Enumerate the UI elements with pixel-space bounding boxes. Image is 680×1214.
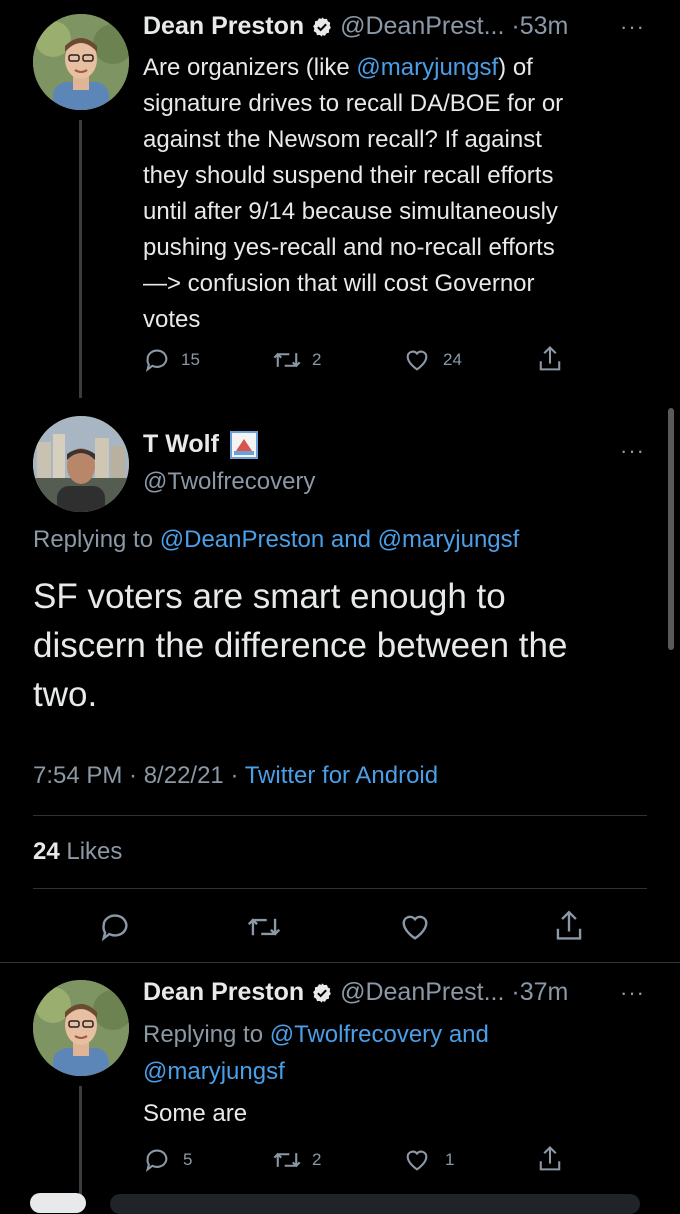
author-name[interactable]: Dean Preston	[143, 12, 304, 40]
more-dots-icon[interactable]: ···	[620, 980, 645, 1006]
reply-button[interactable]: 5	[143, 1146, 192, 1174]
share-button[interactable]	[536, 1144, 564, 1174]
divider	[33, 888, 647, 889]
thread-line	[79, 120, 82, 398]
tweet-text-line: they should suspend their recall efforts	[143, 162, 554, 189]
like-button[interactable]: 24	[403, 346, 462, 374]
thread-line	[79, 1086, 82, 1200]
tweet-text-line: discern the difference between the	[33, 626, 568, 665]
retweet-icon	[247, 918, 281, 936]
tweet-text: Some are	[143, 1100, 248, 1127]
tweet-time[interactable]: ·37m	[511, 978, 568, 1006]
verified-badge-icon	[313, 983, 332, 1004]
avatar-image	[33, 416, 129, 512]
retweet-count: 2	[312, 1150, 322, 1169]
replying-to-mentions[interactable]: @DeanPreston and @maryjungsf	[160, 526, 520, 553]
tweet-text-line: —> confusion that will cost Governor	[143, 270, 535, 297]
avatar-twolf[interactable]	[33, 416, 129, 512]
profile-emoji-icon	[229, 431, 258, 460]
share-button[interactable]	[552, 908, 586, 944]
reply-icon	[101, 914, 128, 942]
avatar-image	[33, 14, 129, 110]
compose-avatar[interactable]	[30, 1193, 86, 1213]
likes-summary[interactable]: 24 Likes	[33, 838, 122, 866]
tweet-body: SF voters are smart enough to discern th…	[33, 572, 653, 719]
retweet-icon	[273, 352, 301, 368]
replying-to-mention[interactable]: @Twolfrecovery and	[270, 1021, 489, 1048]
tweet-header: Dean Preston @DeanPrest... ·37m	[143, 978, 568, 1007]
reply-compose-input[interactable]	[110, 1194, 640, 1214]
tweet-text: Are organizers (like	[143, 54, 357, 81]
tweet-text-line: two.	[33, 675, 98, 714]
author-name[interactable]: Dean Preston	[143, 978, 304, 1006]
reply-button[interactable]	[98, 910, 132, 944]
tweet-source[interactable]: Twitter for Android	[245, 762, 438, 789]
tweet-text-line: until after 9/14 because simultaneously	[143, 198, 558, 225]
tweet-text-line: SF voters are smart enough to	[33, 577, 506, 616]
more-dots-icon[interactable]: ···	[620, 14, 645, 40]
share-button[interactable]	[536, 344, 564, 374]
retweet-icon	[273, 1152, 301, 1168]
heart-icon	[406, 350, 428, 371]
reply-count: 5	[183, 1150, 193, 1169]
retweet-button[interactable]: 2	[272, 346, 321, 374]
reply-button[interactable]: 15	[143, 346, 200, 374]
reply-icon	[145, 349, 168, 372]
author-name[interactable]: T Wolf	[143, 430, 219, 458]
replying-to-label: Replying to	[33, 526, 160, 553]
tweet-text: ) of	[498, 54, 533, 81]
more-dots-icon[interactable]: ···	[620, 438, 645, 464]
avatar-image	[33, 980, 129, 1076]
tweet-timestamp[interactable]: 7:54 PM · 8/22/21 ·	[33, 762, 245, 789]
tweet-text-line: votes	[143, 306, 201, 333]
share-icon	[556, 910, 582, 940]
share-icon	[539, 1145, 561, 1171]
tweet-body: Are organizers (like @maryjungsf) of sig…	[143, 50, 663, 338]
replying-to-mention[interactable]: @maryjungsf	[143, 1053, 489, 1090]
likes-label: Likes	[59, 838, 123, 865]
reply-icon	[145, 1149, 168, 1172]
author-handle[interactable]: @Twolfrecovery	[143, 468, 315, 496]
likes-count: 24	[33, 838, 60, 865]
like-count: 24	[443, 350, 462, 369]
tweet-header: T Wolf	[143, 430, 258, 460]
avatar-dean-preston[interactable]	[33, 980, 129, 1076]
mention-link[interactable]: @maryjungsf	[356, 54, 498, 81]
scrollbar[interactable]	[668, 408, 674, 650]
tweet-text-line: pushing yes-recall and no-recall efforts	[143, 234, 555, 261]
tweet-text-line: signature drives to recall DA/BOE for or	[143, 90, 564, 117]
share-icon	[539, 345, 561, 371]
retweet-count: 2	[312, 350, 322, 369]
divider	[0, 962, 680, 963]
verified-badge-icon	[313, 17, 332, 38]
tweet-text-line: against the Newsom recall? If against	[143, 126, 542, 153]
tweet-meta: 7:54 PM · 8/22/21 · Twitter for Android	[33, 762, 438, 790]
like-button[interactable]: 1	[403, 1146, 454, 1174]
author-handle[interactable]: @DeanPrest...	[340, 978, 504, 1006]
retweet-button[interactable]: 2	[272, 1146, 321, 1174]
reply-count: 15	[181, 350, 200, 369]
avatar-dean-preston[interactable]	[33, 14, 129, 110]
tweet-time[interactable]: ·53m	[511, 12, 568, 40]
heart-icon	[402, 915, 428, 940]
like-button[interactable]	[398, 910, 432, 944]
replying-to-label: Replying to	[143, 1021, 270, 1048]
divider	[33, 815, 647, 816]
replying-to: Replying to @DeanPreston and @maryjungsf	[33, 526, 519, 554]
tweet-header: Dean Preston @DeanPrest... ·53m	[143, 12, 568, 41]
like-count: 1	[445, 1150, 455, 1169]
replying-to: Replying to @Twolfrecovery and @maryjung…	[143, 1016, 489, 1090]
retweet-button[interactable]	[246, 910, 282, 944]
author-handle[interactable]: @DeanPrest...	[340, 12, 504, 40]
heart-icon	[406, 1150, 428, 1171]
